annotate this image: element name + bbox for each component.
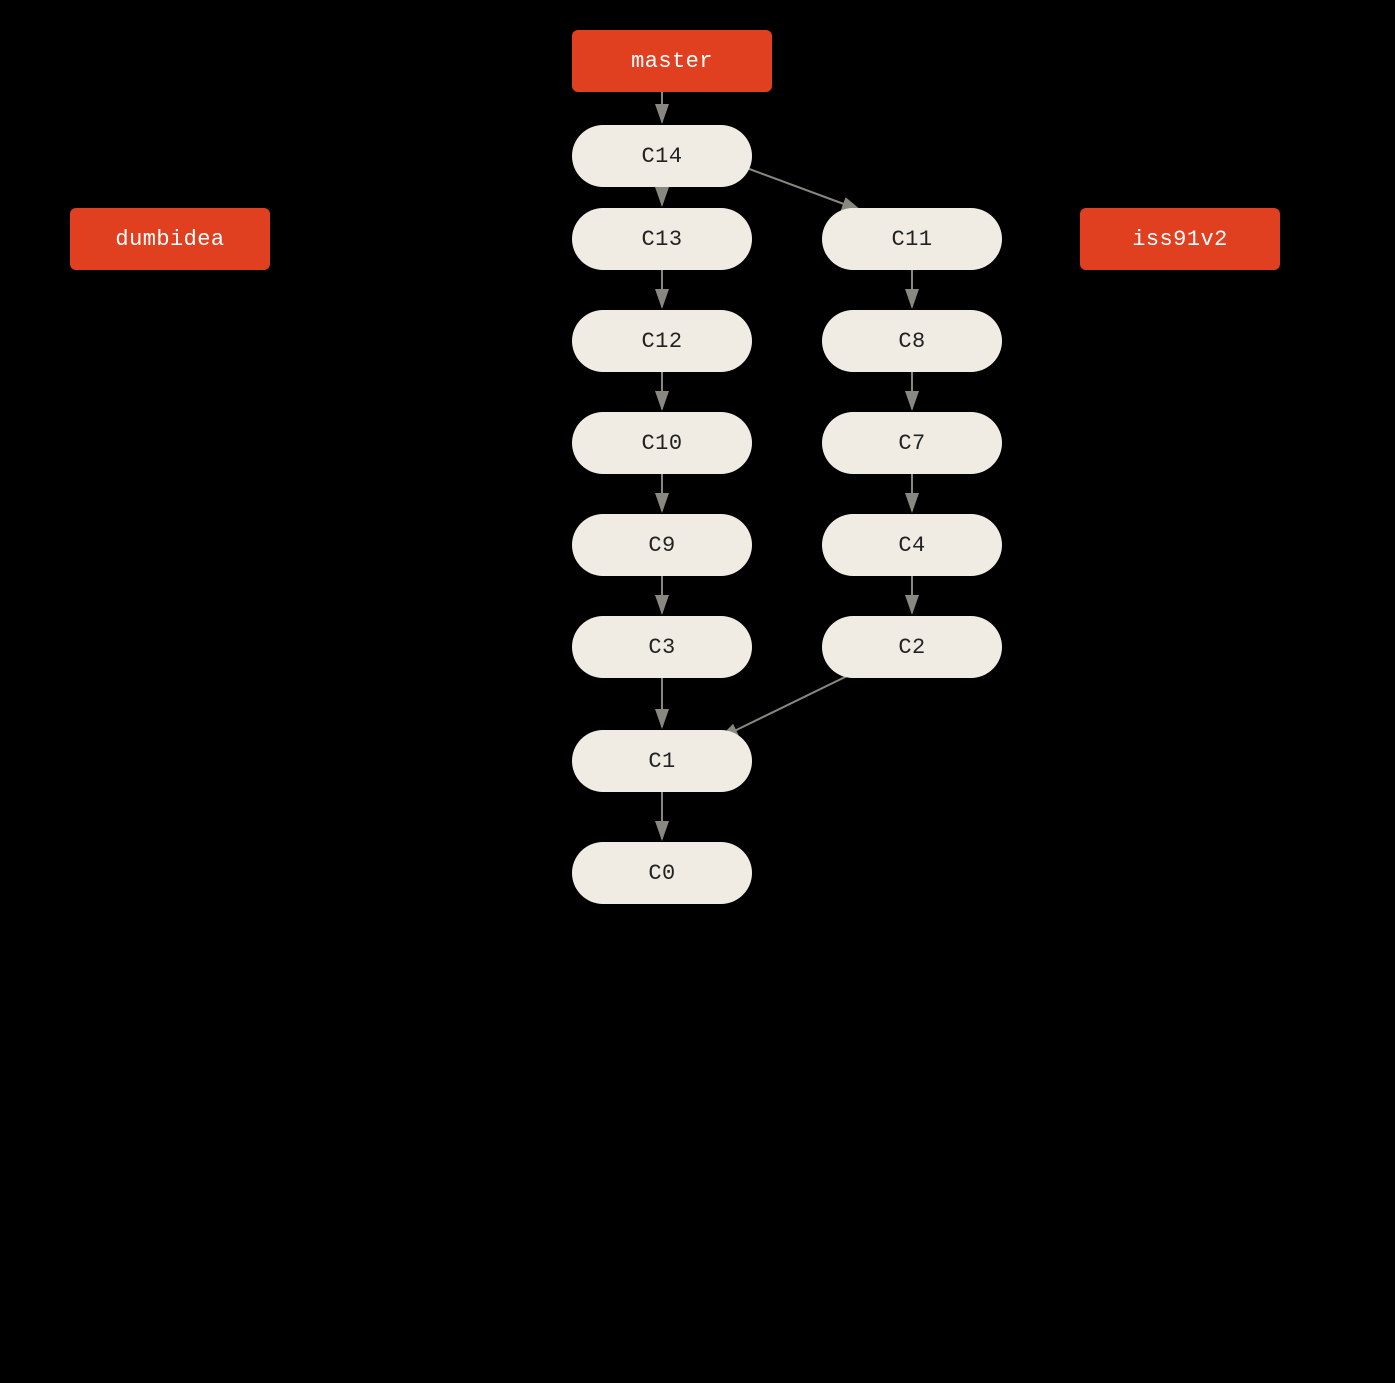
commit-c0: C0 bbox=[572, 842, 752, 904]
branch-iss91v2: iss91v2 bbox=[1080, 208, 1280, 270]
commit-c3: C3 bbox=[572, 616, 752, 678]
commit-c14: C14 bbox=[572, 125, 752, 187]
commit-c7: C7 bbox=[822, 412, 1002, 474]
branch-dumbidea: dumbidea bbox=[70, 208, 270, 270]
commit-c2: C2 bbox=[822, 616, 1002, 678]
commit-c9: C9 bbox=[572, 514, 752, 576]
git-diagram: master C14 dumbidea C13 C11 iss91v2 C12 … bbox=[0, 0, 1395, 1383]
commit-c4: C4 bbox=[822, 514, 1002, 576]
commit-c12: C12 bbox=[572, 310, 752, 372]
commit-c13: C13 bbox=[572, 208, 752, 270]
commit-c8: C8 bbox=[822, 310, 1002, 372]
commit-c10: C10 bbox=[572, 412, 752, 474]
commit-c11: C11 bbox=[822, 208, 1002, 270]
branch-master: master bbox=[572, 30, 772, 92]
commit-c1: C1 bbox=[572, 730, 752, 792]
